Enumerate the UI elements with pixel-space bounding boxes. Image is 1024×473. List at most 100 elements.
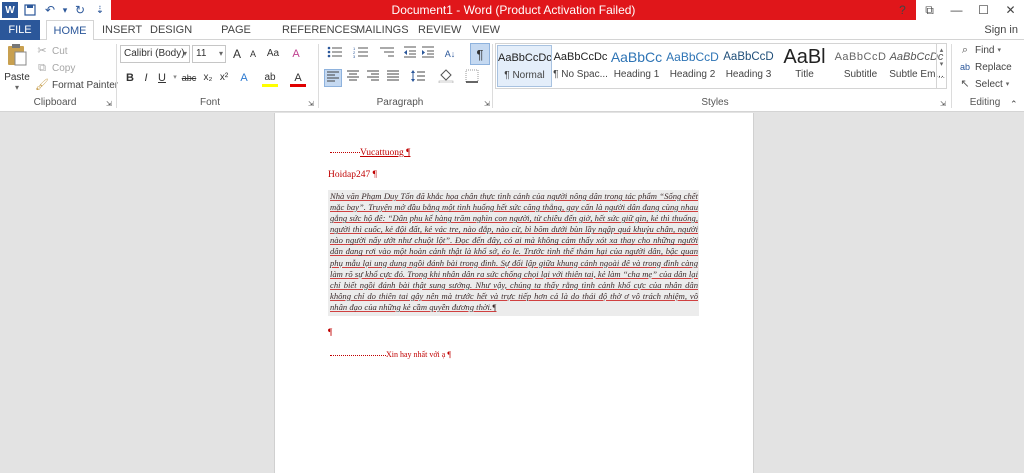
- tab-references[interactable]: REFERENCES: [282, 20, 357, 40]
- change-case-button[interactable]: Aa: [262, 45, 284, 63]
- increase-indent-icon: [422, 46, 434, 58]
- svg-text:3: 3: [353, 54, 356, 59]
- paint-bucket-icon: [438, 69, 454, 84]
- help-button[interactable]: ?: [889, 0, 916, 20]
- tab-mailings[interactable]: MAILINGS: [356, 20, 409, 40]
- style-subtitle[interactable]: AaBbCcD Subtitle: [833, 45, 888, 87]
- styles-scroll[interactable]: ▴ ▾ ⋯: [936, 44, 946, 88]
- cursor-icon: ↖: [960, 78, 970, 90]
- font-group-label: Font: [199, 97, 220, 108]
- grow-font-button[interactable]: A: [229, 45, 245, 63]
- binoculars-icon: ⌕: [961, 44, 969, 56]
- ribbon-tabs: FILE HOME INSERT DESIGN PAGE LAYOUT REFE…: [0, 20, 1024, 56]
- decrease-indent-icon: [404, 46, 416, 58]
- align-right-button[interactable]: [364, 69, 382, 87]
- increase-indent-button[interactable]: [420, 45, 436, 63]
- window-title: Document1 - Word (Product Activation Fai…: [111, 0, 916, 20]
- select-button[interactable]: ↖ Select ▾: [958, 76, 1009, 92]
- window-controls: ? ⧉ — ☐ ✕: [889, 0, 1024, 20]
- line-spacing-icon: [411, 70, 425, 82]
- word-logo-icon: W: [2, 2, 18, 18]
- doc-line-hoidap[interactable]: Hoidap247 ¶: [328, 170, 377, 180]
- separator: [492, 44, 493, 108]
- align-right-icon: [367, 70, 379, 81]
- shrink-font-button[interactable]: A: [245, 45, 261, 63]
- redo-icon[interactable]: ↻: [70, 0, 90, 20]
- doc-footer-line[interactable]: Xin hay nhất với ạ ¶: [330, 350, 451, 359]
- justify-icon: [387, 70, 399, 81]
- style-title[interactable]: AaBl Title: [777, 45, 832, 87]
- sign-in-link[interactable]: Sign in: [984, 20, 1018, 40]
- title-bar: W ↶ ▾ ↻ ⇣ Document1 - Word (Product Acti…: [0, 0, 1024, 20]
- tab-leader: [330, 354, 386, 356]
- sort-button[interactable]: A↓: [440, 45, 460, 63]
- align-center-button[interactable]: [344, 69, 362, 87]
- tab-page-layout[interactable]: PAGE LAYOUT: [203, 20, 269, 56]
- tab-leader: [330, 152, 360, 154]
- paragraph-launcher-icon[interactable]: ⇲: [484, 96, 490, 112]
- tab-insert[interactable]: INSERT: [102, 20, 142, 40]
- align-center-icon: [347, 70, 359, 81]
- font-color-button[interactable]: A: [290, 69, 306, 87]
- clipboard-launcher-icon[interactable]: ⇲: [106, 96, 112, 112]
- style-heading-3[interactable]: AaBbCcD Heading 3: [721, 45, 776, 87]
- format-painter-button[interactable]: 🖌 Format Painter: [35, 77, 118, 93]
- close-button[interactable]: ✕: [997, 0, 1024, 20]
- shading-button[interactable]: [436, 69, 456, 87]
- find-button[interactable]: ⌕ Find ▾: [958, 42, 1001, 58]
- chevron-down-icon: ▾: [182, 49, 187, 58]
- show-formatting-marks-button[interactable]: ¶: [470, 43, 490, 65]
- bullets-button[interactable]: [324, 45, 346, 63]
- strikethrough-button[interactable]: abc: [178, 69, 200, 87]
- tab-file[interactable]: FILE: [0, 20, 40, 40]
- clipboard-group-label: Clipboard: [33, 97, 77, 108]
- style-normal[interactable]: AaBbCcDc ¶ Normal: [497, 45, 552, 87]
- replace-button[interactable]: ab Replace: [958, 59, 1012, 75]
- italic-button[interactable]: I: [138, 69, 154, 87]
- editing-group-label: Editing: [969, 97, 1001, 108]
- tab-view[interactable]: VIEW: [470, 20, 502, 40]
- font-family-select[interactable]: Calibri (Body) ▾: [120, 45, 190, 63]
- copy-button[interactable]: ⧉ Copy: [35, 60, 75, 76]
- borders-button[interactable]: [462, 69, 482, 87]
- font-size-select[interactable]: 11 ▾: [192, 45, 226, 63]
- style-heading-1[interactable]: AaBbCc Heading 1: [609, 45, 664, 87]
- borders-icon: [465, 69, 479, 83]
- justify-button[interactable]: [384, 69, 402, 87]
- customize-qat-icon[interactable]: ⇣: [90, 0, 110, 20]
- tab-home[interactable]: HOME: [46, 20, 94, 41]
- numbering-icon: 123: [353, 46, 368, 59]
- paste-button[interactable]: Paste ▾: [4, 43, 30, 93]
- doc-line-vucattuong[interactable]: Vucattuong ¶: [330, 148, 410, 158]
- undo-icon[interactable]: ↶: [40, 0, 60, 20]
- minimize-button[interactable]: —: [943, 0, 970, 20]
- cut-button[interactable]: ✂ Cut: [35, 43, 67, 59]
- save-icon[interactable]: [20, 0, 40, 20]
- clear-formatting-button[interactable]: A: [288, 45, 304, 63]
- line-spacing-button[interactable]: [408, 69, 428, 87]
- undo-dropdown-icon[interactable]: ▾: [60, 0, 70, 20]
- tab-review[interactable]: REVIEW: [418, 20, 461, 40]
- bold-button[interactable]: B: [122, 69, 138, 87]
- separator: [318, 44, 319, 108]
- paste-icon: [8, 44, 27, 66]
- style-no-spacing[interactable]: AaBbCcDc ¶ No Spac...: [553, 45, 608, 87]
- tab-design[interactable]: DESIGN: [150, 20, 192, 40]
- style-heading-2[interactable]: AaBbCcD Heading 2: [665, 45, 720, 87]
- styles-group-label: Styles: [701, 97, 729, 108]
- doc-empty-paragraph[interactable]: ¶: [328, 328, 332, 338]
- superscript-button[interactable]: x²: [216, 69, 232, 87]
- text-effects-button[interactable]: A: [236, 69, 252, 87]
- collapse-ribbon-icon[interactable]: ⌃: [1010, 96, 1018, 112]
- align-left-button[interactable]: [324, 69, 342, 87]
- ribbon-display-options-button[interactable]: ⧉: [916, 0, 943, 20]
- highlight-button[interactable]: ab: [262, 69, 278, 87]
- doc-body-paragraph[interactable]: Nhà văn Phạm Duy Tốn đã khắc họa chân th…: [330, 191, 698, 313]
- subscript-button[interactable]: x₂: [200, 69, 216, 87]
- decrease-indent-button[interactable]: [402, 45, 418, 63]
- multilevel-list-button[interactable]: [376, 45, 398, 63]
- maximize-button[interactable]: ☐: [970, 0, 997, 20]
- numbering-button[interactable]: 123: [350, 45, 372, 63]
- styles-launcher-icon[interactable]: ⇲: [940, 96, 946, 112]
- font-launcher-icon[interactable]: ⇲: [308, 96, 314, 112]
